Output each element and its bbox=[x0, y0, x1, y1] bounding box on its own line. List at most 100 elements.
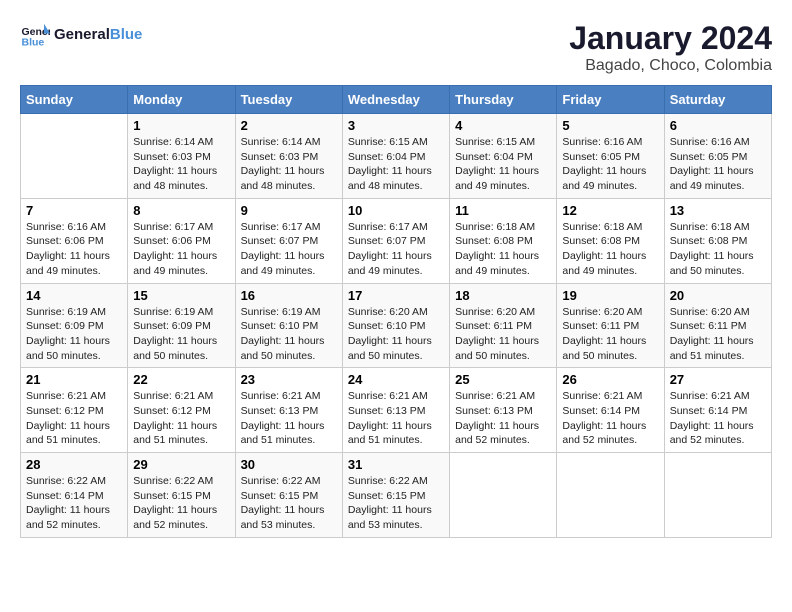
logo-icon: General Blue bbox=[20, 20, 50, 50]
day-info: Sunrise: 6:17 AMSunset: 6:06 PMDaylight:… bbox=[133, 220, 229, 279]
day-cell: 18 Sunrise: 6:20 AMSunset: 6:11 PMDayligh… bbox=[450, 283, 557, 368]
day-number: 4 bbox=[455, 118, 551, 133]
week-row-4: 21Sunrise: 6:21 AMSunset: 6:12 PMDayligh… bbox=[21, 368, 772, 453]
day-number: 29 bbox=[133, 457, 229, 472]
day-info: Sunrise: 6:14 AMSunset: 6:03 PMDaylight:… bbox=[241, 135, 337, 194]
day-cell: 8 Sunrise: 6:17 AMSunset: 6:06 PMDaylight… bbox=[128, 198, 235, 283]
svg-text:Blue: Blue bbox=[22, 37, 45, 49]
day-info: Sunrise: 6:15 AMSunset: 6:04 PMDaylight:… bbox=[455, 135, 551, 194]
day-cell: 2 Sunrise: 6:14 AMSunset: 6:03 PMDaylight… bbox=[235, 114, 342, 199]
day-number: 20 bbox=[670, 288, 766, 303]
day-info: Sunrise: 6:21 AMSunset: 6:14 PMDaylight:… bbox=[562, 389, 658, 448]
day-cell: 30 Sunrise: 6:22 AMSunset: 6:15 PMDayligh… bbox=[235, 453, 342, 538]
day-cell: 7Sunrise: 6:16 AMSunset: 6:06 PMDaylight… bbox=[21, 198, 128, 283]
day-info: Sunrise: 6:22 AMSunset: 6:15 PMDaylight:… bbox=[241, 474, 337, 533]
day-info: Sunrise: 6:22 AMSunset: 6:15 PMDaylight:… bbox=[348, 474, 444, 533]
day-info: Sunrise: 6:17 AMSunset: 6:07 PMDaylight:… bbox=[348, 220, 444, 279]
day-info: Sunrise: 6:18 AMSunset: 6:08 PMDaylight:… bbox=[670, 220, 766, 279]
day-number: 30 bbox=[241, 457, 337, 472]
day-cell bbox=[664, 453, 771, 538]
day-cell: 20Sunrise: 6:20 AMSunset: 6:11 PMDayligh… bbox=[664, 283, 771, 368]
header-row: SundayMondayTuesdayWednesdayThursdayFrid… bbox=[21, 86, 772, 114]
day-cell: 1 Sunrise: 6:14 AMSunset: 6:03 PMDaylight… bbox=[128, 114, 235, 199]
week-row-5: 28 Sunrise: 6:22 AMSunset: 6:14 PMDayligh… bbox=[21, 453, 772, 538]
day-number: 1 bbox=[133, 118, 229, 133]
day-cell: 4 Sunrise: 6:15 AMSunset: 6:04 PMDaylight… bbox=[450, 114, 557, 199]
title-area: January 2024 Bagado, Choco, Colombia bbox=[569, 20, 772, 75]
day-cell: 5Sunrise: 6:16 AMSunset: 6:05 PMDaylight… bbox=[557, 114, 664, 199]
header-cell-wednesday: Wednesday bbox=[342, 86, 449, 114]
day-cell bbox=[557, 453, 664, 538]
day-info: Sunrise: 6:21 AMSunset: 6:13 PMDaylight:… bbox=[241, 389, 337, 448]
calendar-title: January 2024 bbox=[569, 20, 772, 57]
day-number: 6 bbox=[670, 118, 766, 133]
day-cell: 15 Sunrise: 6:19 AMSunset: 6:09 PMDayligh… bbox=[128, 283, 235, 368]
day-info: Sunrise: 6:21 AMSunset: 6:12 PMDaylight:… bbox=[26, 389, 122, 448]
day-info: Sunrise: 6:17 AMSunset: 6:07 PMDaylight:… bbox=[241, 220, 337, 279]
day-cell bbox=[450, 453, 557, 538]
day-info: Sunrise: 6:19 AMSunset: 6:10 PMDaylight:… bbox=[241, 305, 337, 364]
day-number: 15 bbox=[133, 288, 229, 303]
day-info: Sunrise: 6:14 AMSunset: 6:03 PMDaylight:… bbox=[133, 135, 229, 194]
day-number: 17 bbox=[348, 288, 444, 303]
day-cell: 14 Sunrise: 6:19 AMSunset: 6:09 PMDayligh… bbox=[21, 283, 128, 368]
header-cell-thursday: Thursday bbox=[450, 86, 557, 114]
day-info: Sunrise: 6:22 AMSunset: 6:14 PMDaylight:… bbox=[26, 474, 122, 533]
day-number: 22 bbox=[133, 372, 229, 387]
day-number: 31 bbox=[348, 457, 444, 472]
day-cell: 9Sunrise: 6:17 AMSunset: 6:07 PMDaylight… bbox=[235, 198, 342, 283]
day-number: 18 bbox=[455, 288, 551, 303]
day-number: 26 bbox=[562, 372, 658, 387]
header-cell-tuesday: Tuesday bbox=[235, 86, 342, 114]
day-number: 2 bbox=[241, 118, 337, 133]
day-number: 5 bbox=[562, 118, 658, 133]
day-cell: 26 Sunrise: 6:21 AMSunset: 6:14 PMDayligh… bbox=[557, 368, 664, 453]
day-info: Sunrise: 6:19 AMSunset: 6:09 PMDaylight:… bbox=[26, 305, 122, 364]
day-number: 11 bbox=[455, 203, 551, 218]
header-cell-sunday: Sunday bbox=[21, 86, 128, 114]
day-cell: 31 Sunrise: 6:22 AMSunset: 6:15 PMDayligh… bbox=[342, 453, 449, 538]
day-cell: 28 Sunrise: 6:22 AMSunset: 6:14 PMDayligh… bbox=[21, 453, 128, 538]
day-cell bbox=[21, 114, 128, 199]
day-cell: 6Sunrise: 6:16 AMSunset: 6:05 PMDaylight… bbox=[664, 114, 771, 199]
day-cell: 19 Sunrise: 6:20 AMSunset: 6:11 PMDayligh… bbox=[557, 283, 664, 368]
day-info: Sunrise: 6:20 AMSunset: 6:10 PMDaylight:… bbox=[348, 305, 444, 364]
day-cell: 22 Sunrise: 6:21 AMSunset: 6:12 PMDayligh… bbox=[128, 368, 235, 453]
day-number: 25 bbox=[455, 372, 551, 387]
day-number: 23 bbox=[241, 372, 337, 387]
day-cell: 10 Sunrise: 6:17 AMSunset: 6:07 PMDayligh… bbox=[342, 198, 449, 283]
week-row-1: 1 Sunrise: 6:14 AMSunset: 6:03 PMDaylight… bbox=[21, 114, 772, 199]
header-cell-monday: Monday bbox=[128, 86, 235, 114]
day-info: Sunrise: 6:20 AMSunset: 6:11 PMDaylight:… bbox=[562, 305, 658, 364]
day-info: Sunrise: 6:18 AMSunset: 6:08 PMDaylight:… bbox=[455, 220, 551, 279]
day-number: 27 bbox=[670, 372, 766, 387]
day-info: Sunrise: 6:21 AMSunset: 6:13 PMDaylight:… bbox=[348, 389, 444, 448]
day-info: Sunrise: 6:22 AMSunset: 6:15 PMDaylight:… bbox=[133, 474, 229, 533]
logo-blue: Blue bbox=[110, 26, 143, 43]
day-info: Sunrise: 6:16 AMSunset: 6:06 PMDaylight:… bbox=[26, 220, 122, 279]
day-number: 8 bbox=[133, 203, 229, 218]
day-number: 19 bbox=[562, 288, 658, 303]
day-info: Sunrise: 6:21 AMSunset: 6:12 PMDaylight:… bbox=[133, 389, 229, 448]
day-number: 24 bbox=[348, 372, 444, 387]
day-number: 14 bbox=[26, 288, 122, 303]
day-cell: 25 Sunrise: 6:21 AMSunset: 6:13 PMDayligh… bbox=[450, 368, 557, 453]
header: General Blue GeneralBlue January 2024 Ba… bbox=[20, 20, 772, 75]
day-info: Sunrise: 6:18 AMSunset: 6:08 PMDaylight:… bbox=[562, 220, 658, 279]
day-cell: 11 Sunrise: 6:18 AMSunset: 6:08 PMDayligh… bbox=[450, 198, 557, 283]
logo: General Blue GeneralBlue bbox=[20, 20, 142, 50]
week-row-2: 7Sunrise: 6:16 AMSunset: 6:06 PMDaylight… bbox=[21, 198, 772, 283]
day-cell: 23 Sunrise: 6:21 AMSunset: 6:13 PMDayligh… bbox=[235, 368, 342, 453]
day-cell: 3Sunrise: 6:15 AMSunset: 6:04 PMDaylight… bbox=[342, 114, 449, 199]
logo-general: General bbox=[54, 26, 110, 43]
day-number: 10 bbox=[348, 203, 444, 218]
day-cell: 17 Sunrise: 6:20 AMSunset: 6:10 PMDayligh… bbox=[342, 283, 449, 368]
day-info: Sunrise: 6:19 AMSunset: 6:09 PMDaylight:… bbox=[133, 305, 229, 364]
calendar-subtitle: Bagado, Choco, Colombia bbox=[569, 57, 772, 75]
day-cell: 27Sunrise: 6:21 AMSunset: 6:14 PMDayligh… bbox=[664, 368, 771, 453]
calendar-table: SundayMondayTuesdayWednesdayThursdayFrid… bbox=[20, 85, 772, 538]
day-info: Sunrise: 6:20 AMSunset: 6:11 PMDaylight:… bbox=[455, 305, 551, 364]
header-cell-friday: Friday bbox=[557, 86, 664, 114]
day-info: Sunrise: 6:21 AMSunset: 6:13 PMDaylight:… bbox=[455, 389, 551, 448]
day-number: 28 bbox=[26, 457, 122, 472]
